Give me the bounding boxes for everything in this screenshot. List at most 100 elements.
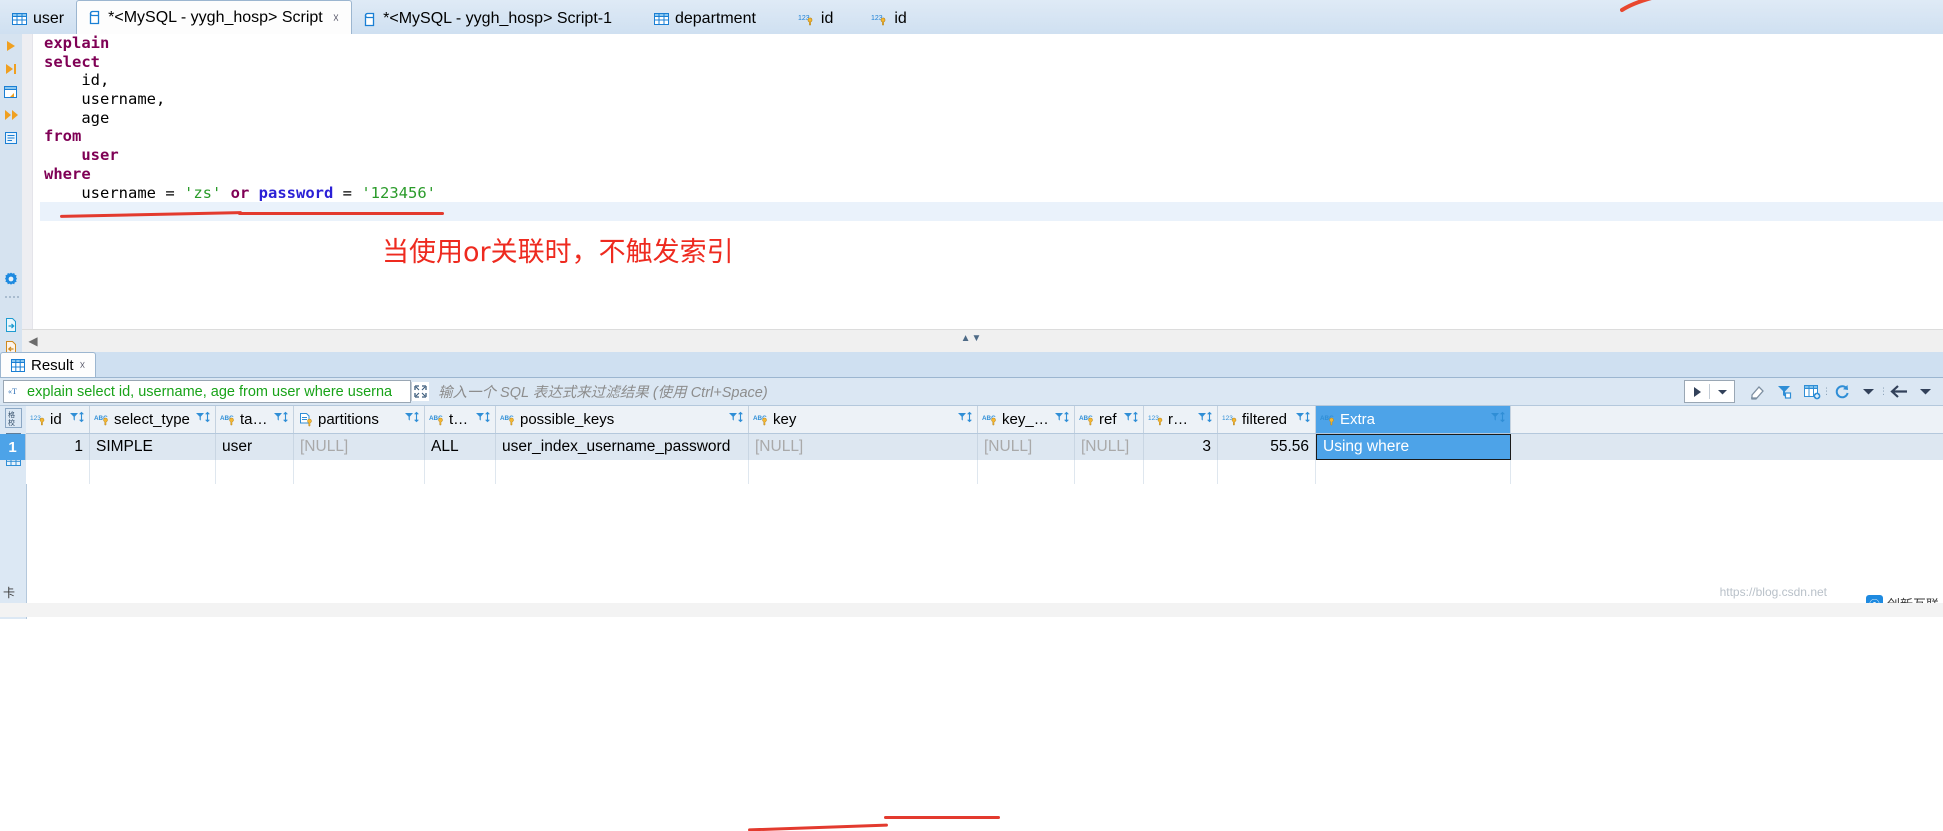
cell-select_type[interactable]: SIMPLE	[90, 434, 216, 460]
export-file-icon[interactable]	[3, 317, 19, 333]
column-header-extra[interactable]: ABC Extra	[1316, 406, 1511, 433]
sort-filter-icon[interactable]	[404, 411, 420, 428]
cell-ref[interactable]: [NULL]	[1075, 434, 1144, 460]
scroll-left-icon[interactable]: ◀	[22, 331, 44, 352]
column-header-key[interactable]: ABC key	[749, 406, 978, 433]
empty-cell[interactable]	[90, 460, 216, 484]
tab-user[interactable]: user	[0, 4, 76, 34]
empty-cell[interactable]	[216, 460, 294, 484]
code-token: id,	[44, 71, 110, 90]
explain-plan-icon[interactable]	[3, 130, 19, 146]
code-token: where	[44, 164, 91, 183]
empty-cell[interactable]	[294, 460, 425, 484]
tab-id-1[interactable]: 123 id	[786, 4, 845, 34]
cell-type[interactable]: ALL	[425, 434, 496, 460]
sort-filter-icon[interactable]	[195, 411, 211, 428]
sort-filter-icon[interactable]	[957, 411, 973, 428]
sort-filter-icon[interactable]	[475, 411, 491, 428]
panel-collapse-icon[interactable]: ▲▼	[961, 333, 983, 344]
sort-filter-icon[interactable]	[273, 411, 289, 428]
cell-key_len[interactable]: [NULL]	[978, 434, 1075, 460]
execute-statement-icon[interactable]	[3, 38, 19, 54]
result-grid[interactable]: 格校 123 id ABC select_type ABC table partitions…	[0, 406, 1943, 619]
play-icon[interactable]	[1685, 386, 1709, 398]
chevron-down-icon[interactable]	[1855, 378, 1882, 405]
cell-extra[interactable]: Using where	[1316, 434, 1511, 460]
sql-script-icon	[364, 12, 377, 27]
cell-filtered[interactable]: 55.56	[1218, 434, 1316, 460]
cell-table[interactable]: user	[216, 434, 294, 460]
cell-key[interactable]: [NULL]	[749, 434, 978, 460]
empty-cell[interactable]	[1218, 460, 1316, 484]
refresh-icon[interactable]	[1828, 378, 1855, 405]
column-header-key_len[interactable]: ABC key_len	[978, 406, 1075, 433]
sort-filter-icon[interactable]	[728, 411, 744, 428]
empty-cell[interactable]	[978, 460, 1075, 484]
eraser-icon[interactable]	[1744, 378, 1771, 405]
tab-result[interactable]: Result ☓	[0, 352, 97, 377]
sql-code[interactable]: explain select id, username, age from user…	[40, 34, 1943, 221]
editor-horizontal-scrollbar[interactable]: ◀	[22, 329, 1943, 352]
column-header-label: rows	[1168, 411, 1194, 428]
column-header-label: id	[50, 411, 62, 428]
tab-id-2[interactable]: 123 id	[859, 4, 918, 34]
code-token: select	[44, 52, 100, 71]
gear-icon[interactable]	[3, 271, 19, 287]
empty-cell[interactable]	[26, 460, 90, 484]
empty-cell[interactable]	[496, 460, 749, 484]
column-header-type[interactable]: ABCtype	[425, 406, 496, 433]
cell-partitions[interactable]: [NULL]	[294, 434, 425, 460]
abc-key-icon: ABC	[220, 413, 237, 427]
filter-off-icon[interactable]	[1771, 378, 1798, 405]
code-token: =	[165, 183, 184, 202]
column-header-partitions[interactable]: partitions	[294, 406, 425, 433]
empty-cell[interactable]	[1316, 460, 1511, 484]
cell-rows[interactable]: 3	[1144, 434, 1218, 460]
tab-mysql-script-1[interactable]: *<MySQL - yygh_hosp> Script-1	[352, 4, 624, 34]
sort-filter-icon[interactable]	[1490, 411, 1506, 428]
sort-filter-icon[interactable]	[1197, 411, 1213, 428]
column-header-select_type[interactable]: ABC select_type	[90, 406, 216, 433]
grid-add-icon[interactable]	[1798, 378, 1825, 405]
column-header-possible_keys[interactable]: ABC possible_keys	[496, 406, 749, 433]
column-header-rows[interactable]: 123 rows	[1144, 406, 1218, 433]
sort-filter-icon[interactable]	[69, 411, 85, 428]
code-token: =	[342, 183, 362, 202]
column-header-ref[interactable]: ABC ref	[1075, 406, 1144, 433]
abc-key-icon: ABC	[500, 413, 517, 427]
back-arrow-icon[interactable]	[1885, 378, 1912, 405]
cell-possible_keys[interactable]: user_index_username_password	[496, 434, 749, 460]
row-number-cell[interactable]: 1	[0, 434, 26, 460]
filter-apply-group[interactable]	[1684, 380, 1735, 403]
empty-cell[interactable]	[749, 460, 978, 484]
grid-icon	[11, 358, 25, 372]
execute-new-tab-icon[interactable]	[3, 84, 19, 100]
close-icon[interactable]: ☓	[80, 359, 86, 372]
table-row[interactable]: 1 SIMPLE user [NULL] ALL user_index_username_…	[26, 434, 1943, 460]
expand-arrows-icon[interactable]	[411, 382, 429, 401]
chevron-down-icon[interactable]	[1710, 388, 1734, 396]
sort-filter-icon[interactable]	[1295, 411, 1311, 428]
close-icon[interactable]: ☓	[333, 11, 339, 25]
sort-filter-icon[interactable]	[1123, 411, 1139, 428]
code-token: username	[44, 183, 166, 202]
empty-cell[interactable]	[1075, 460, 1144, 484]
execute-expression-icon[interactable]	[3, 107, 19, 123]
tab-mysql-script[interactable]: *<MySQL - yygh_hosp> Script ☓	[76, 0, 353, 34]
tab-department[interactable]: department	[642, 4, 768, 34]
chevron-down-icon[interactable]	[1912, 378, 1939, 405]
empty-cell[interactable]	[1144, 460, 1218, 484]
filter-input[interactable]: «T explain select id, username, age from…	[3, 380, 411, 403]
sort-filter-icon[interactable]	[1054, 411, 1070, 428]
sql-editor[interactable]: explain select id, username, age from user…	[22, 34, 1943, 329]
column-header-table[interactable]: ABC table	[216, 406, 294, 433]
execute-script-icon[interactable]	[3, 61, 19, 77]
scrollbar-track[interactable]	[44, 331, 1943, 352]
left-side-tab-label[interactable]: 卡	[3, 584, 15, 601]
column-header-filtered[interactable]: 123 filtered	[1218, 406, 1316, 433]
grid-mode-icon[interactable]: 格校	[4, 408, 22, 428]
cell-id[interactable]: 1	[26, 434, 90, 460]
code-line: explain	[40, 34, 1943, 53]
column-header-id[interactable]: 123 id	[26, 406, 90, 433]
empty-cell[interactable]	[425, 460, 496, 484]
